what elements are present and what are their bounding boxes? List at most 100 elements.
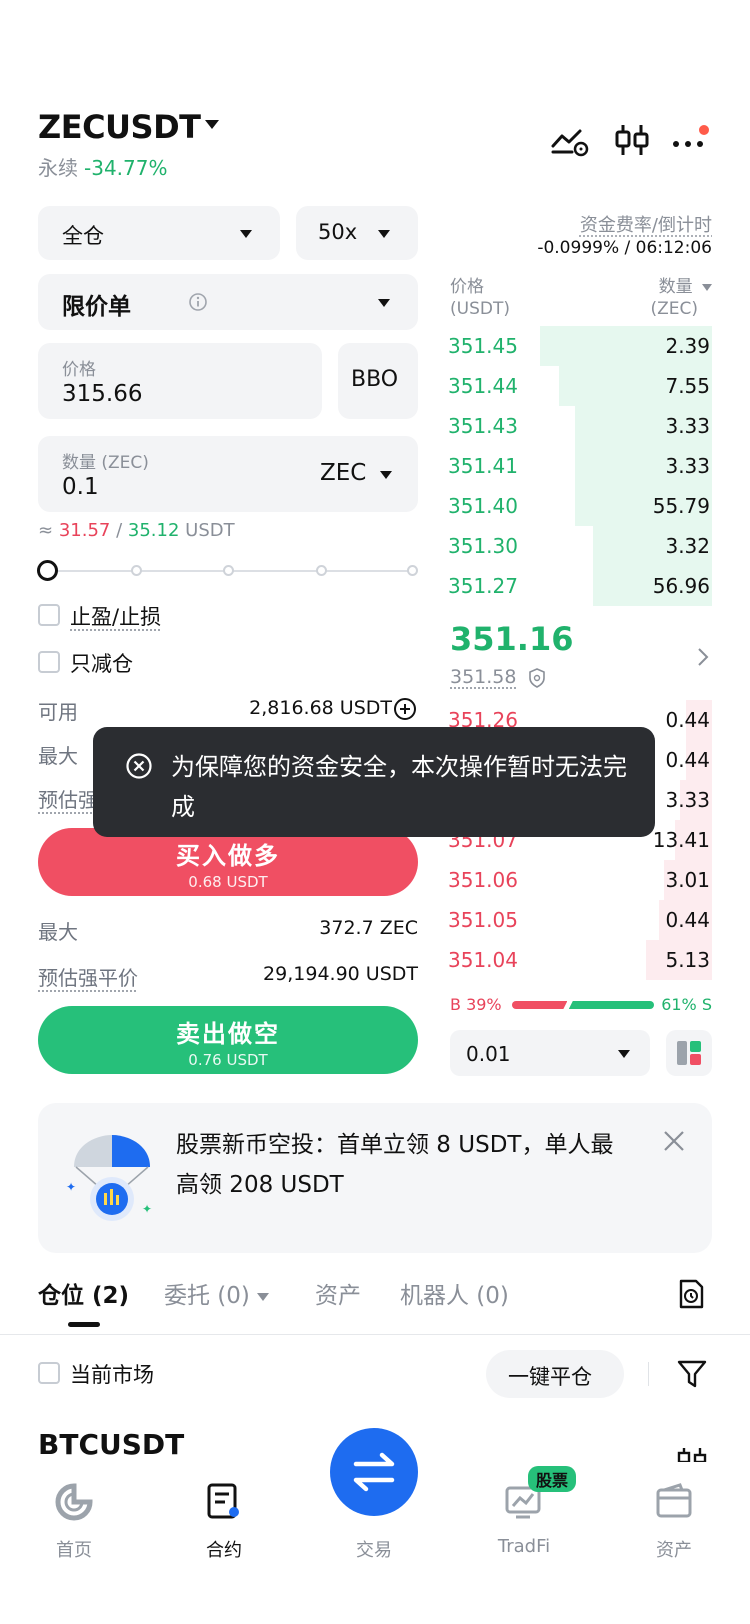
orderbook-qty: 0.44: [665, 708, 710, 732]
slider-step-100[interactable]: [407, 565, 418, 576]
shield-icon: [529, 668, 545, 688]
nav-home[interactable]: 首页: [14, 1476, 134, 1566]
svg-text:✦: ✦: [142, 1202, 152, 1216]
sell-short-button[interactable]: 卖出做空 0.76 USDT: [38, 1006, 418, 1074]
airdrop-parachute-icon: ✦ ✦: [66, 1135, 152, 1221]
price-label: 价格: [62, 360, 96, 380]
quantity-unit-select[interactable]: ZEC: [320, 460, 366, 486]
approx-unit: USDT: [185, 520, 235, 541]
current-market-label: 当前市场: [70, 1363, 154, 1387]
chevron-right-icon[interactable]: [696, 646, 710, 668]
ask-row[interactable]: 351.27 56.96: [448, 566, 712, 606]
chart-indicator-icon[interactable]: [550, 122, 590, 158]
ask-row[interactable]: 351.44 7.55: [448, 366, 712, 406]
orderbook-layout-button[interactable]: [666, 1030, 712, 1076]
filter-divider: [648, 1362, 649, 1386]
nav-tradfi[interactable]: 股票 TradFi: [464, 1466, 584, 1566]
quantity-label: 数量 (ZEC): [62, 453, 149, 473]
ask-row[interactable]: 351.43 3.33: [448, 406, 712, 446]
buy-ratio-label: B 39%: [450, 995, 502, 1014]
orderbook-qty: 3.33: [665, 454, 710, 478]
orderbook-qty: 3.01: [665, 868, 710, 892]
buy-long-button[interactable]: 买入做多 0.68 USDT: [38, 828, 418, 896]
tpsl-label[interactable]: 止盈/止损: [70, 601, 161, 631]
tab-bots[interactable]: 机器人 (0): [400, 1276, 509, 1310]
order-type-label: 限价单: [62, 294, 131, 320]
ask-row[interactable]: 351.41 3.33: [448, 446, 712, 486]
close-icon[interactable]: [662, 1129, 686, 1153]
close-all-button[interactable]: 一键平仓: [486, 1350, 624, 1398]
est-liq-value-2: 29,194.90 USDT: [263, 963, 418, 985]
stocks-badge: 股票: [528, 1466, 577, 1492]
reduce-only-checkbox[interactable]: [38, 651, 60, 673]
info-icon[interactable]: [188, 292, 208, 312]
current-market-checkbox[interactable]: [38, 1362, 60, 1384]
price-input[interactable]: 价格 315.66: [38, 343, 322, 419]
chevron-down-icon: [378, 230, 390, 238]
orderbook-price: 351.30: [448, 534, 518, 558]
pair-dropdown-icon[interactable]: [205, 120, 219, 129]
promo-banner[interactable]: ✦ ✦ 股票新币空投：首单立领 8 USDT，单人最高领 208 USDT: [38, 1103, 712, 1253]
transfer-add-icon[interactable]: [393, 697, 417, 721]
position-symbol[interactable]: BTCUSDT: [38, 1428, 184, 1461]
chevron-down-icon: [257, 1292, 270, 1301]
ask-row[interactable]: 351.40 55.79: [448, 486, 712, 526]
more-menu-icon[interactable]: [670, 122, 710, 158]
sell-short-label: 卖出做空: [176, 1020, 280, 1048]
nav-futures[interactable]: 合约: [164, 1476, 284, 1566]
precision-select[interactable]: 0.01: [450, 1030, 650, 1076]
ask-row[interactable]: 351.30 3.32: [448, 526, 712, 566]
price-value[interactable]: 315.66: [62, 381, 142, 407]
approx-sign: ≈: [38, 520, 54, 541]
buy-long-label: 买入做多: [176, 842, 280, 870]
trade-fab[interactable]: [330, 1428, 418, 1516]
tab-orders[interactable]: 委托 (0): [164, 1276, 270, 1310]
quantity-input[interactable]: 数量 (ZEC) 0.1 ZEC: [38, 436, 418, 512]
bid-row[interactable]: 351.04 5.13: [448, 940, 712, 980]
qty-header-label: 数量: [658, 277, 693, 297]
slider-handle[interactable]: [37, 560, 58, 581]
nav-trade[interactable]: 交易: [314, 1428, 434, 1566]
bid-row[interactable]: 351.06 3.01: [448, 860, 712, 900]
orderbook-price: 351.04: [448, 948, 518, 972]
funding-label[interactable]: 资金费率/倒计时: [580, 211, 712, 237]
order-history-icon[interactable]: [676, 1278, 706, 1310]
tab-assets[interactable]: 资产: [315, 1276, 361, 1310]
buy-ratio-fill: [512, 1001, 567, 1009]
filter-icon[interactable]: [676, 1358, 708, 1390]
quantity-value[interactable]: 0.1: [62, 474, 99, 500]
mark-price: 351.58: [450, 666, 517, 688]
slider-step-75[interactable]: [316, 565, 327, 576]
approx-separator: /: [116, 520, 123, 541]
price-header-unit: (USDT): [450, 299, 510, 319]
precision-label: 0.01: [466, 1042, 511, 1066]
tpsl-checkbox[interactable]: [38, 604, 60, 626]
available-label: 可用: [38, 700, 78, 724]
slider-step-50[interactable]: [223, 565, 234, 576]
order-type-select[interactable]: 限价单: [38, 274, 418, 330]
orderbook-qty: 55.79: [652, 494, 710, 518]
pair-title[interactable]: ZECUSDT: [38, 108, 201, 146]
leverage-select[interactable]: 50x: [296, 206, 418, 260]
chevron-down-icon: [702, 283, 712, 291]
buy-long-cost: 0.68 USDT: [188, 873, 268, 891]
orderbook-qty: 2.39: [665, 334, 710, 358]
nav-assets[interactable]: 资产: [614, 1476, 734, 1566]
tab-positions[interactable]: 仓位 (2): [38, 1276, 129, 1310]
orderbook-price: 351.41: [448, 454, 518, 478]
orderbook-price-header: 价格 (USDT): [450, 276, 510, 320]
ask-row[interactable]: 351.45 2.39: [448, 326, 712, 366]
candlestick-chart-icon[interactable]: [612, 122, 652, 158]
margin-mode-select[interactable]: 全仓: [38, 206, 280, 260]
est-liq-label: 预估强: [38, 788, 98, 812]
bbo-button[interactable]: BBO: [338, 343, 418, 419]
orderbook-qty-header[interactable]: 数量 (ZEC): [650, 276, 712, 320]
home-icon: [55, 1483, 93, 1521]
slider-step-25[interactable]: [131, 565, 142, 576]
max-label: 最大: [38, 744, 78, 768]
bid-row[interactable]: 351.05 0.44: [448, 900, 712, 940]
funding-value: -0.0999% / 06:12:06: [537, 238, 712, 258]
chevron-down-icon: [618, 1050, 630, 1058]
orderbook-price: 351.05: [448, 908, 518, 932]
position-chart-icon[interactable]: [676, 1446, 708, 1462]
